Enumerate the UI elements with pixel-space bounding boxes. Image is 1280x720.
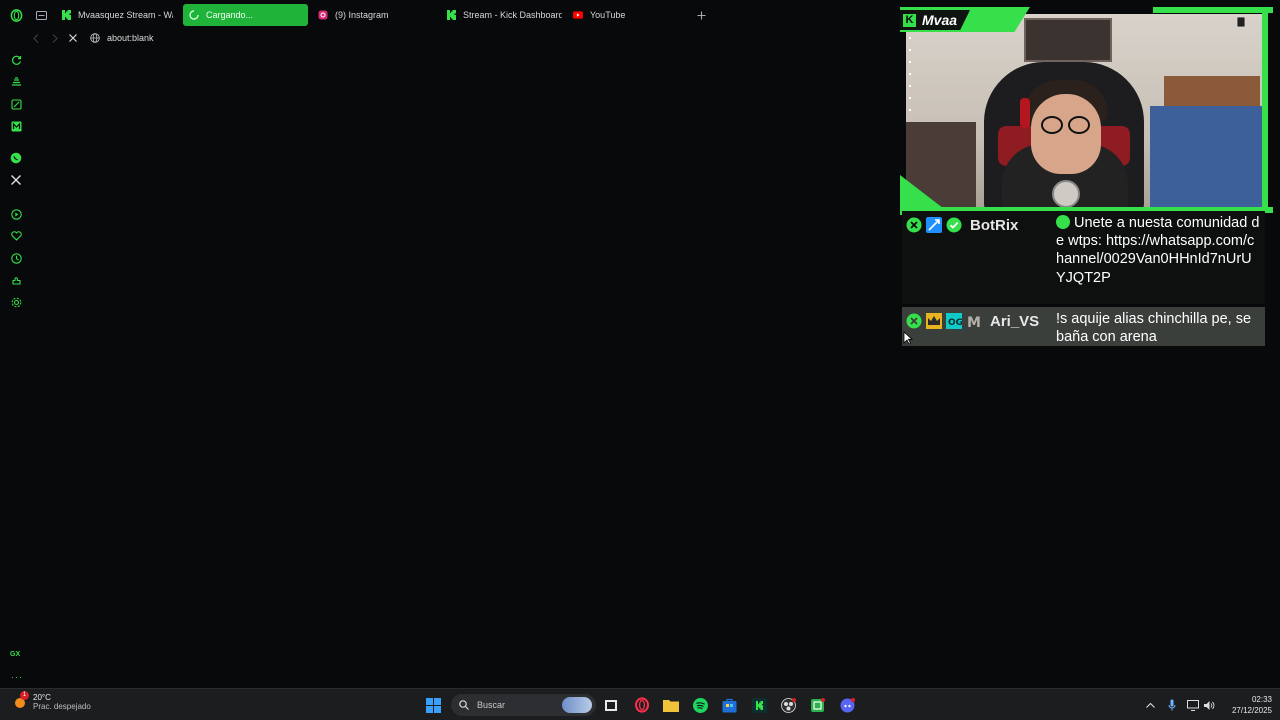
messenger-m-icon[interactable] — [10, 120, 22, 132]
tab-label: (9) Instagram — [335, 10, 389, 20]
plus-icon — [697, 11, 705, 19]
discord-icon[interactable] — [839, 697, 855, 713]
overlay-channel-badge: K Mvaa — [903, 12, 957, 28]
clock-date: 27/12/2025 — [1231, 706, 1272, 715]
green-dot-icon — [1056, 215, 1070, 229]
chat-user-block: BotRix — [902, 211, 1056, 304]
chat-message-text: Unete a nuesta comunidad de wtps: https:… — [1056, 211, 1261, 304]
file-explorer-icon[interactable] — [663, 697, 679, 713]
system-clock[interactable]: 02:33 27/12/2025 — [1224, 694, 1272, 716]
player-icon[interactable] — [10, 208, 22, 220]
loading-spinner-icon — [189, 10, 199, 20]
tab-label: Cargando... — [206, 10, 254, 20]
stop-loading-icon[interactable] — [67, 34, 79, 42]
mouse-cursor-icon — [903, 331, 914, 345]
weather-condition: Prac. despejado — [33, 702, 91, 711]
tab-label: Stream - Kick Dashboard — [463, 10, 562, 20]
windows-taskbar: 1 20°C Prac. despejado Buscar 02:33 27/1… — [0, 688, 1280, 720]
history-clock-icon[interactable] — [10, 252, 22, 264]
subscriber-badge-icon: M — [966, 313, 982, 329]
youtube-icon — [573, 10, 583, 20]
more-options-icon[interactable]: ··· — [11, 672, 23, 682]
weather-temp: 20°C — [33, 693, 51, 702]
chat-username[interactable]: BotRix — [970, 217, 1018, 234]
green-app-icon[interactable] — [809, 697, 825, 713]
chat-text: Unete a nuesta comunidad de wtps: https:… — [1056, 215, 1260, 286]
clock-time: 02:33 — [1251, 695, 1272, 704]
search-icon — [459, 700, 469, 710]
store-icon[interactable] — [721, 697, 737, 713]
tab-youtube[interactable]: YouTube — [567, 4, 677, 26]
forward-icon[interactable] — [48, 33, 62, 43]
opera-gx-taskbar-icon[interactable] — [634, 697, 650, 713]
search-highlight-icon — [562, 697, 592, 713]
tab-loading[interactable]: Cargando... — [183, 4, 308, 26]
tab-label: YouTube — [590, 10, 626, 20]
extensions-icon[interactable] — [10, 274, 22, 286]
chat-username[interactable]: Ari_VS — [990, 313, 1039, 330]
channel-name: Mvaa — [922, 12, 958, 28]
tab-instagram[interactable]: (9) Instagram — [312, 4, 432, 26]
svg-text:M: M — [967, 315, 981, 329]
verified-badge-icon — [946, 217, 962, 233]
network-icon[interactable] — [1187, 699, 1199, 711]
globe-icon — [89, 33, 101, 43]
volume-icon[interactable] — [1203, 699, 1215, 711]
heart-icon[interactable] — [10, 230, 22, 242]
gx-corner-label[interactable]: GX — [10, 651, 20, 658]
opera-logo-icon[interactable] — [9, 8, 23, 22]
new-tab-button[interactable] — [694, 8, 708, 22]
sidebar: GX ··· — [0, 48, 32, 688]
crown-icon — [926, 313, 942, 329]
tab-manager-icon[interactable] — [34, 8, 48, 22]
task-view-icon[interactable] — [603, 697, 619, 713]
windows-start-icon[interactable] — [425, 697, 441, 713]
tab-mvaasquez-stream[interactable]: Mvaasquez Stream - Wat — [55, 4, 173, 26]
tab-label: Mvaasquez Stream - Wat — [78, 10, 173, 20]
search-placeholder: Buscar — [477, 700, 506, 710]
overlay-dots — [909, 37, 912, 121]
og-badge-icon: OG — [946, 313, 962, 329]
address-bar: about:blank — [30, 30, 154, 46]
url-text[interactable]: about:blank — [107, 33, 154, 43]
webcam-feed — [906, 14, 1264, 214]
kick-icon — [446, 10, 456, 20]
moderator-shield-icon — [906, 217, 922, 233]
x-twitter-icon[interactable] — [10, 174, 22, 186]
back-icon[interactable] — [30, 33, 42, 43]
chevron-up-icon[interactable] — [1144, 699, 1156, 711]
tab-kick-dashboard[interactable]: Stream - Kick Dashboard — [440, 4, 562, 26]
microphone-icon[interactable] — [1166, 699, 1178, 711]
taskbar-search[interactable]: Buscar — [451, 694, 596, 716]
settings-gear-icon[interactable] — [10, 296, 22, 308]
chat-message-text: !s aquije alias chinchilla pe, se baña c… — [1056, 311, 1252, 346]
camera-icon — [1236, 15, 1246, 29]
whatsapp-icon[interactable] — [10, 152, 22, 164]
kick-logo-icon: K — [903, 13, 916, 27]
gaming-icon[interactable] — [10, 98, 22, 110]
weather-widget[interactable]: 1 20°C Prac. despejado — [12, 691, 91, 711]
stack-icon[interactable] — [10, 76, 22, 88]
svg-text:OG: OG — [948, 318, 962, 328]
notification-badge: 1 — [20, 691, 29, 700]
kick-app-icon[interactable] — [751, 697, 767, 713]
bot-sword-icon — [926, 217, 942, 233]
weather-sun-icon: 1 — [12, 691, 29, 710]
instagram-icon — [318, 10, 328, 20]
kick-icon — [61, 10, 71, 20]
refresh-icon[interactable] — [10, 54, 22, 66]
spotify-icon[interactable] — [692, 697, 708, 713]
chat-user-block: OG M Ari_VS — [902, 307, 1056, 346]
moderator-shield-icon — [906, 313, 922, 329]
chat-message: BotRix Unete a nuesta comunidad de wtps:… — [902, 211, 1265, 304]
obs-icon[interactable] — [780, 697, 796, 713]
chat-message: OG M Ari_VS !s aquije alias chinchilla p… — [902, 307, 1265, 346]
